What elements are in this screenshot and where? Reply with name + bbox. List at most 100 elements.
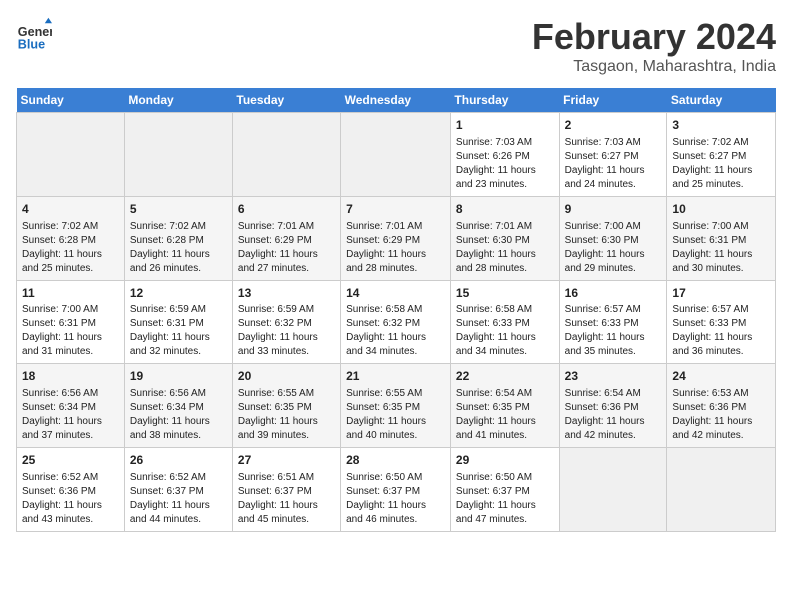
day-info: Sunrise: 6:52 AMSunset: 6:36 PMDaylight:… — [22, 472, 102, 525]
location-subtitle: Tasgaon, Maharashtra, India — [532, 58, 776, 76]
day-number: 18 — [22, 368, 119, 385]
day-number: 19 — [130, 368, 227, 385]
day-info: Sunrise: 6:51 AMSunset: 6:37 PMDaylight:… — [238, 472, 318, 525]
day-info: Sunrise: 6:54 AMSunset: 6:36 PMDaylight:… — [565, 388, 645, 441]
day-info: Sunrise: 6:56 AMSunset: 6:34 PMDaylight:… — [22, 388, 102, 441]
day-number: 6 — [238, 201, 335, 218]
calendar-cell: 15 Sunrise: 6:58 AMSunset: 6:33 PMDayligh… — [450, 280, 559, 364]
day-number: 15 — [456, 285, 554, 302]
day-info: Sunrise: 6:55 AMSunset: 6:35 PMDaylight:… — [238, 388, 318, 441]
calendar-week-1: 1 Sunrise: 7:03 AMSunset: 6:26 PMDaylight… — [17, 113, 776, 197]
day-info: Sunrise: 7:01 AMSunset: 6:29 PMDaylight:… — [238, 221, 318, 274]
calendar-cell: 11 Sunrise: 7:00 AMSunset: 6:31 PMDayligh… — [17, 280, 125, 364]
calendar-cell: 7 Sunrise: 7:01 AMSunset: 6:29 PMDaylight… — [341, 196, 451, 280]
day-number: 24 — [672, 368, 770, 385]
calendar-cell: 4 Sunrise: 7:02 AMSunset: 6:28 PMDaylight… — [17, 196, 125, 280]
calendar-week-3: 11 Sunrise: 7:00 AMSunset: 6:31 PMDayligh… — [17, 280, 776, 364]
day-number: 29 — [456, 452, 554, 469]
day-number: 10 — [672, 201, 770, 218]
column-header-sunday: Sunday — [17, 88, 125, 113]
calendar-cell: 28 Sunrise: 6:50 AMSunset: 6:37 PMDayligh… — [341, 448, 451, 532]
day-info: Sunrise: 6:58 AMSunset: 6:32 PMDaylight:… — [346, 304, 426, 357]
day-number: 1 — [456, 117, 554, 134]
day-info: Sunrise: 6:59 AMSunset: 6:31 PMDaylight:… — [130, 304, 210, 357]
day-number: 20 — [238, 368, 335, 385]
calendar-cell: 16 Sunrise: 6:57 AMSunset: 6:33 PMDayligh… — [559, 280, 667, 364]
day-info: Sunrise: 6:50 AMSunset: 6:37 PMDaylight:… — [346, 472, 426, 525]
svg-text:Blue: Blue — [18, 37, 45, 51]
calendar-cell — [341, 113, 451, 197]
day-number: 28 — [346, 452, 445, 469]
column-header-saturday: Saturday — [667, 88, 776, 113]
calendar-week-4: 18 Sunrise: 6:56 AMSunset: 6:34 PMDayligh… — [17, 364, 776, 448]
calendar-cell — [667, 448, 776, 532]
day-info: Sunrise: 7:03 AMSunset: 6:26 PMDaylight:… — [456, 137, 536, 190]
day-info: Sunrise: 6:52 AMSunset: 6:37 PMDaylight:… — [130, 472, 210, 525]
day-number: 21 — [346, 368, 445, 385]
day-info: Sunrise: 6:58 AMSunset: 6:33 PMDaylight:… — [456, 304, 536, 357]
day-info: Sunrise: 7:01 AMSunset: 6:30 PMDaylight:… — [456, 221, 536, 274]
day-info: Sunrise: 7:00 AMSunset: 6:31 PMDaylight:… — [22, 304, 102, 357]
calendar-cell: 5 Sunrise: 7:02 AMSunset: 6:28 PMDaylight… — [124, 196, 232, 280]
calendar-header: SundayMondayTuesdayWednesdayThursdayFrid… — [17, 88, 776, 113]
day-number: 17 — [672, 285, 770, 302]
day-info: Sunrise: 7:02 AMSunset: 6:28 PMDaylight:… — [22, 221, 102, 274]
calendar-cell: 2 Sunrise: 7:03 AMSunset: 6:27 PMDaylight… — [559, 113, 667, 197]
day-info: Sunrise: 7:03 AMSunset: 6:27 PMDaylight:… — [565, 137, 645, 190]
calendar-cell — [124, 113, 232, 197]
day-number: 22 — [456, 368, 554, 385]
day-number: 23 — [565, 368, 662, 385]
column-header-wednesday: Wednesday — [341, 88, 451, 113]
calendar-week-2: 4 Sunrise: 7:02 AMSunset: 6:28 PMDaylight… — [17, 196, 776, 280]
day-number: 26 — [130, 452, 227, 469]
calendar-cell: 3 Sunrise: 7:02 AMSunset: 6:27 PMDaylight… — [667, 113, 776, 197]
day-number: 16 — [565, 285, 662, 302]
calendar-cell: 19 Sunrise: 6:56 AMSunset: 6:34 PMDayligh… — [124, 364, 232, 448]
calendar-cell: 14 Sunrise: 6:58 AMSunset: 6:32 PMDayligh… — [341, 280, 451, 364]
column-header-friday: Friday — [559, 88, 667, 113]
day-number: 3 — [672, 117, 770, 134]
day-info: Sunrise: 6:57 AMSunset: 6:33 PMDaylight:… — [672, 304, 752, 357]
title-block: February 2024 Tasgaon, Maharashtra, Indi… — [532, 16, 776, 76]
calendar-cell: 24 Sunrise: 6:53 AMSunset: 6:36 PMDayligh… — [667, 364, 776, 448]
day-number: 7 — [346, 201, 445, 218]
calendar-cell: 6 Sunrise: 7:01 AMSunset: 6:29 PMDaylight… — [232, 196, 340, 280]
day-number: 27 — [238, 452, 335, 469]
page-header: General Blue February 2024 Tasgaon, Maha… — [16, 16, 776, 76]
day-info: Sunrise: 6:56 AMSunset: 6:34 PMDaylight:… — [130, 388, 210, 441]
day-info: Sunrise: 6:57 AMSunset: 6:33 PMDaylight:… — [565, 304, 645, 357]
day-info: Sunrise: 7:02 AMSunset: 6:27 PMDaylight:… — [672, 137, 752, 190]
calendar-cell: 23 Sunrise: 6:54 AMSunset: 6:36 PMDayligh… — [559, 364, 667, 448]
calendar-cell: 26 Sunrise: 6:52 AMSunset: 6:37 PMDayligh… — [124, 448, 232, 532]
calendar-cell: 22 Sunrise: 6:54 AMSunset: 6:35 PMDayligh… — [450, 364, 559, 448]
day-number: 13 — [238, 285, 335, 302]
column-header-monday: Monday — [124, 88, 232, 113]
day-info: Sunrise: 7:01 AMSunset: 6:29 PMDaylight:… — [346, 221, 426, 274]
calendar-cell: 21 Sunrise: 6:55 AMSunset: 6:35 PMDayligh… — [341, 364, 451, 448]
calendar-cell: 13Sunrise: 6:59 AMSunset: 6:32 PMDayligh… — [232, 280, 340, 364]
day-number: 4 — [22, 201, 119, 218]
day-number: 11 — [22, 285, 119, 302]
calendar-cell — [559, 448, 667, 532]
calendar-cell: 10 Sunrise: 7:00 AMSunset: 6:31 PMDayligh… — [667, 196, 776, 280]
calendar-cell: 20 Sunrise: 6:55 AMSunset: 6:35 PMDayligh… — [232, 364, 340, 448]
calendar-cell: 17 Sunrise: 6:57 AMSunset: 6:33 PMDayligh… — [667, 280, 776, 364]
day-info: Sunrise: 6:53 AMSunset: 6:36 PMDaylight:… — [672, 388, 752, 441]
calendar-week-5: 25 Sunrise: 6:52 AMSunset: 6:36 PMDayligh… — [17, 448, 776, 532]
calendar-cell: 29Sunrise: 6:50 AMSunset: 6:37 PMDayligh… — [450, 448, 559, 532]
calendar-cell — [17, 113, 125, 197]
day-info: Sunrise: 6:54 AMSunset: 6:35 PMDaylight:… — [456, 388, 536, 441]
column-header-tuesday: Tuesday — [232, 88, 340, 113]
day-info: Sunrise: 6:55 AMSunset: 6:35 PMDaylight:… — [346, 388, 426, 441]
calendar-cell: 27 Sunrise: 6:51 AMSunset: 6:37 PMDayligh… — [232, 448, 340, 532]
day-number: 25 — [22, 452, 119, 469]
column-header-thursday: Thursday — [450, 88, 559, 113]
calendar-cell: 25 Sunrise: 6:52 AMSunset: 6:36 PMDayligh… — [17, 448, 125, 532]
day-info: Sunrise: 7:02 AMSunset: 6:28 PMDaylight:… — [130, 221, 210, 274]
day-number: 2 — [565, 117, 662, 134]
day-number: 14 — [346, 285, 445, 302]
calendar-body: 1 Sunrise: 7:03 AMSunset: 6:26 PMDaylight… — [17, 113, 776, 532]
calendar-cell — [232, 113, 340, 197]
day-number: 5 — [130, 201, 227, 218]
day-info: Sunrise: 7:00 AMSunset: 6:31 PMDaylight:… — [672, 221, 752, 274]
